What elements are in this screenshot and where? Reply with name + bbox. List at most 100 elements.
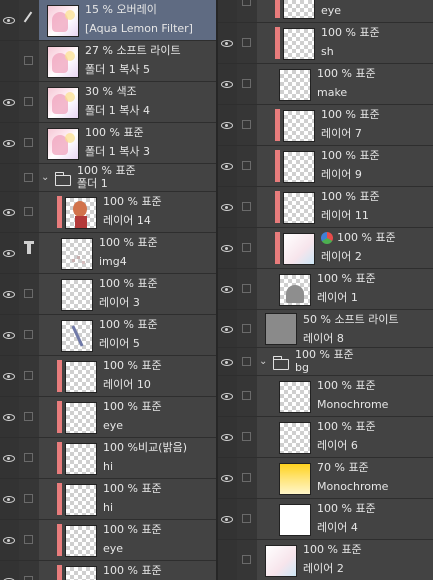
lock-toggle[interactable] — [19, 315, 39, 355]
layer-thumbnail[interactable] — [283, 28, 315, 60]
lock-checkbox-icon[interactable] — [24, 371, 33, 380]
visibility-toggle[interactable] — [0, 315, 19, 355]
lock-checkbox-icon[interactable] — [242, 514, 251, 523]
visibility-toggle[interactable] — [218, 105, 237, 145]
layer-name[interactable]: 폴더 1 복사 3 — [85, 145, 150, 159]
lock-checkbox-icon[interactable] — [242, 432, 251, 441]
layer-thumbnail[interactable] — [61, 238, 93, 270]
lock-toggle[interactable] — [19, 274, 39, 314]
layer-thumbnail[interactable] — [279, 463, 311, 495]
layer-row[interactable]: 100 % 표준 hi — [0, 479, 217, 520]
layer-name[interactable]: img4 — [99, 255, 127, 269]
lock-checkbox-icon[interactable] — [24, 97, 33, 106]
layer-thumbnail[interactable] — [265, 313, 297, 345]
visibility-toggle[interactable] — [218, 310, 237, 347]
layer-row[interactable]: 100 % 표준 eye — [0, 520, 217, 561]
visibility-toggle[interactable] — [218, 417, 237, 457]
visibility-toggle[interactable] — [0, 82, 19, 122]
layer-name[interactable]: make — [317, 86, 347, 100]
lock-checkbox-icon[interactable] — [24, 56, 33, 65]
layer-row[interactable]: 100 % 표준 레이어 10 — [0, 356, 217, 397]
layer-thumbnail[interactable] — [279, 381, 311, 413]
visibility-toggle[interactable] — [0, 438, 19, 478]
lock-checkbox-icon[interactable] — [24, 138, 33, 147]
lock-toggle[interactable] — [19, 0, 39, 40]
lock-toggle[interactable] — [19, 520, 39, 560]
layer-row[interactable]: 50 % 소프트 라이트 레이어 8 — [218, 310, 433, 348]
layer-row[interactable]: 100 % 표준 레이어 4 — [218, 499, 433, 540]
layer-thumbnail[interactable] — [65, 361, 97, 393]
lock-toggle[interactable] — [237, 376, 257, 416]
layer-row[interactable]: 100 % 표준 레이어 6 — [218, 417, 433, 458]
layer-row[interactable]: eye — [218, 0, 433, 23]
visibility-toggle[interactable] — [0, 520, 19, 560]
layer-row[interactable]: 100 % 표준 — [0, 561, 217, 580]
lock-checkbox-icon[interactable] — [24, 330, 33, 339]
lock-toggle[interactable] — [19, 41, 39, 81]
lock-toggle[interactable] — [237, 458, 257, 498]
lock-toggle[interactable] — [237, 105, 257, 145]
lock-checkbox-icon[interactable] — [242, 38, 251, 47]
lock-toggle[interactable] — [19, 164, 39, 191]
layer-row[interactable]: 100 % 표준 sh — [218, 23, 433, 64]
layer-thumbnail[interactable] — [65, 402, 97, 434]
visibility-toggle[interactable] — [218, 23, 237, 63]
layer-thumbnail[interactable] — [283, 233, 315, 265]
lock-toggle[interactable] — [237, 417, 257, 457]
lock-toggle[interactable] — [19, 192, 39, 232]
lock-toggle[interactable] — [237, 187, 257, 227]
visibility-toggle[interactable] — [218, 376, 237, 416]
visibility-toggle[interactable] — [0, 233, 19, 273]
visibility-toggle[interactable] — [0, 164, 19, 191]
layer-name[interactable]: 레이어 7 — [321, 127, 362, 141]
layer-name[interactable]: Monochrome — [317, 480, 388, 494]
layer-folder-row[interactable]: ⌄ 100 % 표준 bg — [218, 348, 433, 376]
layer-thumbnail[interactable] — [47, 87, 79, 119]
layer-thumbnail[interactable] — [65, 197, 97, 229]
layer-row[interactable]: 15 % 오버레이 [Aqua Lemon Filter] — [0, 0, 217, 41]
visibility-toggle[interactable] — [0, 123, 19, 163]
layer-name[interactable]: eye — [103, 419, 123, 433]
layer-row[interactable]: 100 % 표준 레이어 5 — [0, 315, 217, 356]
layer-thumbnail[interactable] — [65, 525, 97, 557]
layer-thumbnail[interactable] — [47, 46, 79, 78]
layer-row[interactable]: 100 % 표준 img4 — [0, 233, 217, 274]
visibility-toggle[interactable] — [218, 540, 237, 580]
visibility-toggle[interactable] — [218, 146, 237, 186]
layer-thumbnail[interactable] — [279, 274, 311, 306]
lock-toggle[interactable] — [237, 23, 257, 63]
layer-name[interactable]: 폴더 1 — [77, 177, 108, 191]
lock-toggle[interactable] — [19, 356, 39, 396]
layer-name[interactable]: 레이어 4 — [317, 521, 358, 535]
lock-checkbox-icon[interactable] — [242, 391, 251, 400]
layer-name[interactable]: hi — [103, 460, 113, 474]
layer-row[interactable]: 100 % 표준 make — [218, 64, 433, 105]
layer-row[interactable]: 100 %비교(밝음) hi — [0, 438, 217, 479]
layer-row[interactable]: 100 % 표준 레이어 2 — [218, 540, 433, 580]
visibility-toggle[interactable] — [218, 269, 237, 309]
visibility-toggle[interactable] — [218, 458, 237, 498]
layer-name[interactable]: 폴더 1 복사 5 — [85, 63, 150, 77]
layer-thumbnail[interactable] — [65, 443, 97, 475]
layer-name[interactable]: [Aqua Lemon Filter] — [85, 22, 193, 36]
visibility-toggle[interactable] — [218, 187, 237, 227]
layer-name[interactable]: bg — [295, 361, 309, 375]
lock-checkbox-icon[interactable] — [24, 453, 33, 462]
layer-thumbnail[interactable] — [279, 422, 311, 454]
lock-checkbox-icon[interactable] — [24, 412, 33, 421]
visibility-toggle[interactable] — [0, 0, 19, 40]
layer-thumbnail[interactable] — [65, 566, 97, 580]
layer-name[interactable]: eye — [103, 542, 123, 556]
lock-checkbox-icon[interactable] — [242, 120, 251, 129]
lock-checkbox-icon[interactable] — [242, 555, 251, 564]
lock-toggle[interactable] — [237, 540, 257, 580]
layer-thumbnail[interactable] — [283, 151, 315, 183]
lock-toggle[interactable] — [19, 479, 39, 519]
layer-row[interactable]: 100 % 표준 eye — [0, 397, 217, 438]
layer-thumbnail[interactable] — [47, 128, 79, 160]
layer-name[interactable]: 레이어 9 — [321, 168, 362, 182]
visibility-toggle[interactable] — [218, 64, 237, 104]
layer-thumbnail[interactable] — [61, 320, 93, 352]
layer-row[interactable]: 30 % 색조 폴더 1 복사 4 — [0, 82, 217, 123]
lock-toggle[interactable] — [237, 64, 257, 104]
